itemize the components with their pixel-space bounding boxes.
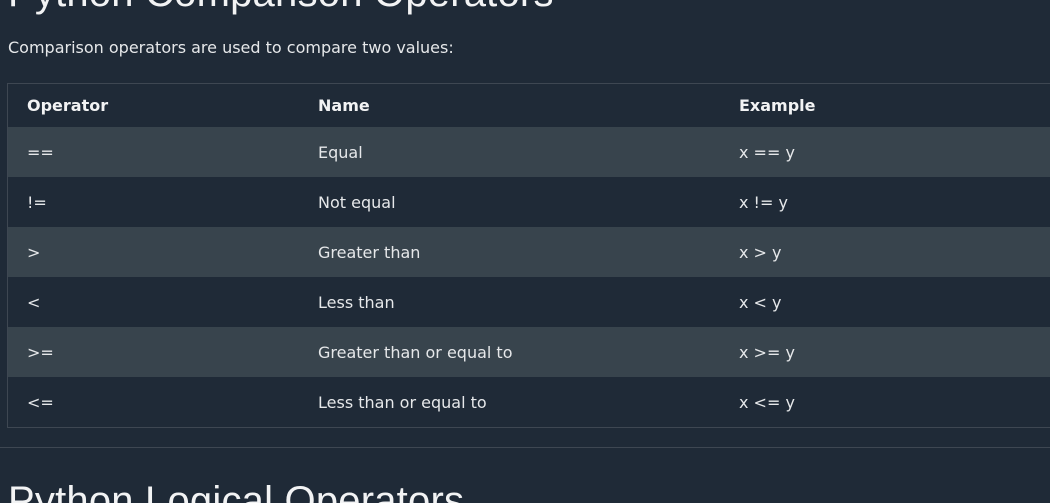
cell-example: x >= y (739, 342, 795, 362)
cell-name: Less than (318, 292, 395, 312)
header-example: Example (739, 96, 816, 115)
table-row: >= Greater than or equal to x >= y (8, 327, 1050, 377)
table-row: == Equal x == y (8, 127, 1050, 177)
cell-operator: > (27, 242, 41, 262)
table-row: != Not equal x != y (8, 177, 1050, 227)
page: Python Comparison Operators Comparison o… (0, 0, 1050, 503)
cell-example: x > y (739, 242, 782, 262)
table-header-row: Operator Name Example (8, 84, 1050, 127)
comparison-operators-intro: Comparison operators are used to compare… (8, 38, 454, 57)
comparison-operators-heading: Python Comparison Operators (8, 0, 554, 16)
cell-name: Less than or equal to (318, 392, 487, 412)
section-divider (0, 447, 1050, 448)
cell-name: Equal (318, 142, 363, 162)
cell-example: x <= y (739, 392, 795, 412)
header-name: Name (318, 96, 370, 115)
logical-operators-heading: Python Logical Operators (8, 479, 465, 503)
table-row: > Greater than x > y (8, 227, 1050, 277)
table-row: < Less than x < y (8, 277, 1050, 327)
cell-example: x < y (739, 292, 782, 312)
operators-table: Operator Name Example == Equal x == y !=… (7, 83, 1050, 428)
cell-name: Not equal (318, 192, 396, 212)
cell-operator: == (27, 142, 54, 162)
cell-operator: >= (27, 342, 54, 362)
cell-name: Greater than (318, 242, 421, 262)
cell-operator: != (27, 192, 47, 212)
cell-operator: <= (27, 392, 54, 412)
cell-operator: < (27, 292, 41, 312)
cell-example: x == y (739, 142, 795, 162)
header-operator: Operator (27, 96, 109, 115)
cell-name: Greater than or equal to (318, 342, 513, 362)
table-row: <= Less than or equal to x <= y (8, 377, 1050, 427)
cell-example: x != y (739, 192, 788, 212)
